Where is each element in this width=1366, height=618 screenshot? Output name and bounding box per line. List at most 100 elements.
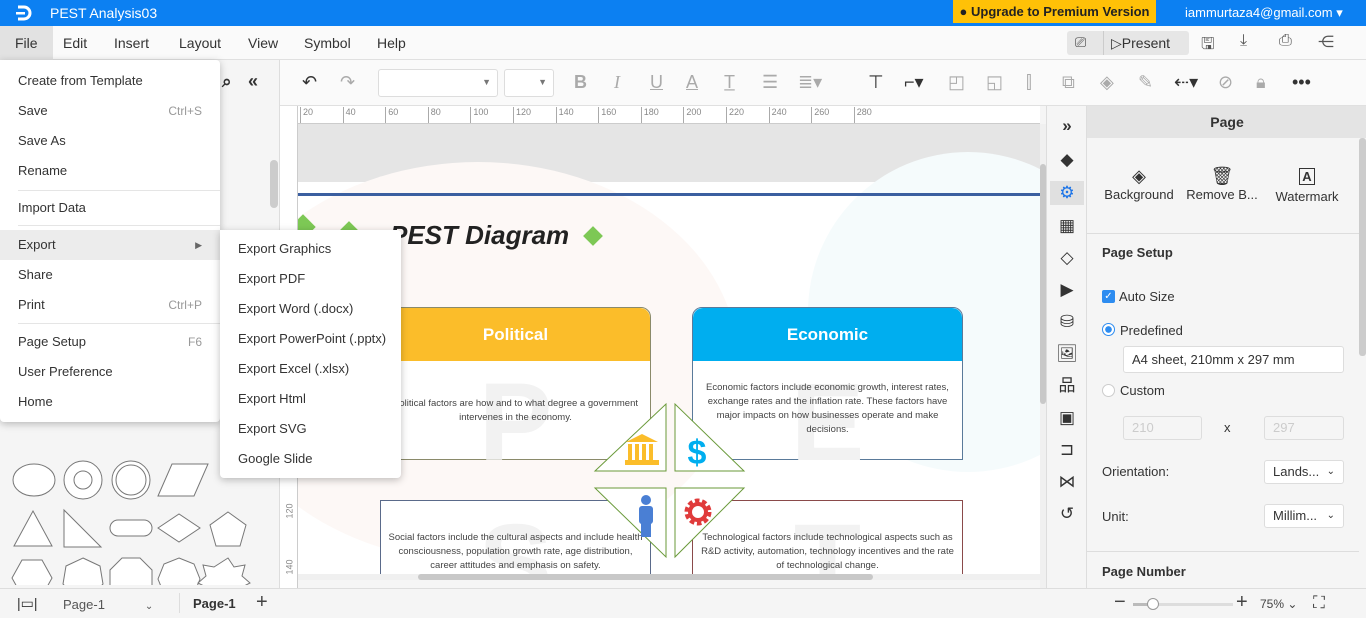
predefined-size-field[interactable]: A4 sheet, 210mm x 297 mm	[1123, 346, 1344, 373]
fill-style-icon[interactable]: ◆	[1055, 148, 1079, 172]
page-select[interactable]: Page-1 ⌄	[63, 597, 153, 612]
file-menu-item[interactable]: Print Ctrl+P	[0, 290, 220, 320]
file-menu-item[interactable]: Export ▶	[0, 230, 220, 260]
menu-insert[interactable]: Insert	[100, 26, 163, 60]
heptagon-shape[interactable]	[62, 557, 104, 585]
export-menu-item[interactable]: Export Excel (.xlsx)	[220, 354, 401, 384]
zoom-level[interactable]: 75% ⌄	[1260, 597, 1297, 611]
font-color-icon[interactable]: A	[686, 72, 698, 93]
italic-icon[interactable]: I	[614, 72, 620, 93]
drawing-canvas[interactable]: PEST Diagram Political P Political facto…	[298, 124, 1040, 580]
file-menu-item[interactable]: Save As	[0, 126, 220, 156]
menu-view[interactable]: View	[234, 26, 292, 60]
file-menu-item[interactable]: Create from Template	[0, 66, 220, 96]
fill-icon[interactable]: ◈	[1100, 72, 1114, 93]
account-menu[interactable]: iammurtaza4@gmail.com ▾	[1185, 5, 1343, 21]
triangle-shape[interactable]	[13, 509, 53, 547]
parallelogram-shape[interactable]	[157, 463, 209, 497]
right-triangle-shape[interactable]	[63, 508, 103, 548]
file-menu-item[interactable]: User Preference	[0, 357, 220, 387]
predefined-radio[interactable]	[1102, 323, 1115, 336]
zoom-out-icon[interactable]: −	[1114, 591, 1126, 614]
unit-select[interactable]: Millim... ⌄	[1264, 504, 1344, 528]
pest-center-graphic[interactable]: $	[593, 402, 749, 562]
file-menu-item[interactable]: Save Ctrl+S	[0, 96, 220, 126]
page-view-icon[interactable]: |▭|	[17, 595, 38, 612]
underline-icon[interactable]: U	[650, 72, 663, 93]
diamond-shape[interactable]	[157, 513, 201, 543]
fullscreen-icon[interactable]: ⛶	[1313, 593, 1325, 613]
align-icon[interactable]: ☰	[762, 72, 778, 93]
grid-icon[interactable]: ▦	[1055, 214, 1079, 238]
menu-symbol[interactable]: Symbol	[290, 26, 365, 60]
download-icon[interactable]: ⤓	[1240, 32, 1247, 50]
slideshow-icon[interactable]: ⎚	[1075, 34, 1086, 51]
export-menu-item[interactable]: Export PDF	[220, 264, 401, 294]
remove-background-button[interactable]: 🗑︎ Remove B...	[1183, 166, 1261, 202]
file-menu-item[interactable]: Import Data	[0, 193, 220, 223]
more-icon[interactable]: •••	[1292, 72, 1311, 93]
redo-icon[interactable]: ↷	[340, 72, 355, 93]
file-menu-item[interactable]: Rename	[0, 156, 220, 186]
search-icon[interactable]: ⌕	[222, 72, 232, 92]
export-menu-item[interactable]: Export Word (.docx)	[220, 294, 401, 324]
zoom-in-icon[interactable]: +	[1236, 591, 1248, 614]
background-button[interactable]: ◈ Background	[1101, 166, 1177, 202]
bold-icon[interactable]: B	[574, 72, 587, 93]
connector-style-icon[interactable]: ⊐	[1055, 438, 1079, 462]
font-family-select[interactable]: ▼	[378, 69, 498, 97]
mindmap-icon[interactable]: ⋈	[1055, 470, 1079, 494]
lock-icon[interactable]: 🔒︎	[1256, 72, 1266, 93]
panel-scrollbar[interactable]	[1359, 138, 1366, 356]
save-icon[interactable]: 🖫	[1201, 33, 1215, 60]
rounded-rect-shape[interactable]	[109, 519, 153, 537]
print-icon[interactable]: ⎙	[1279, 32, 1292, 50]
upgrade-button[interactable]: ● Upgrade to Premium Version	[953, 0, 1156, 23]
auto-size-checkbox[interactable]: ✓	[1102, 290, 1115, 303]
bring-front-icon[interactable]: ◰	[948, 72, 965, 93]
zoom-slider-handle[interactable]	[1147, 598, 1159, 610]
custom-radio[interactable]	[1102, 384, 1115, 397]
export-menu-item[interactable]: Export Graphics	[220, 234, 401, 264]
presentation-icon[interactable]: ▶	[1055, 278, 1079, 302]
line-spacing-icon[interactable]: ≣▾	[798, 72, 822, 93]
brush-icon[interactable]: ✎	[1138, 72, 1153, 93]
zoom-slider[interactable]	[1133, 598, 1233, 610]
menu-file[interactable]: File	[0, 26, 53, 60]
line-style-icon[interactable]: ⇠▾	[1174, 72, 1198, 93]
export-menu-item[interactable]: Export Html	[220, 384, 401, 414]
org-chart-icon[interactable]: 品	[1055, 374, 1079, 398]
expand-panel-icon[interactable]: »	[1055, 114, 1079, 138]
pentagon-shape[interactable]	[209, 511, 247, 547]
align-objects-icon[interactable]: ⫿	[1026, 72, 1032, 93]
layout-icon[interactable]: ▣	[1055, 406, 1079, 430]
watermark-button[interactable]: A Watermark	[1269, 166, 1345, 204]
collapse-panel-icon[interactable]: «	[248, 71, 258, 92]
database-icon[interactable]: ⛁	[1055, 310, 1079, 334]
page-settings-icon[interactable]: ⚙	[1050, 181, 1084, 205]
export-menu-item[interactable]: Export SVG	[220, 414, 401, 444]
file-menu-item[interactable]: Home	[0, 387, 220, 417]
present-button[interactable]: ▷Present	[1111, 35, 1170, 52]
custom-width-field[interactable]: 210	[1123, 416, 1202, 440]
menu-layout[interactable]: Layout	[165, 26, 235, 60]
custom-height-field[interactable]: 297	[1264, 416, 1344, 440]
menu-edit[interactable]: Edit	[49, 26, 101, 60]
group-icon[interactable]: ⧉	[1062, 72, 1075, 93]
share-icon[interactable]: ⋲	[1318, 32, 1334, 52]
page-tab[interactable]: Page-1	[193, 596, 236, 611]
undo-icon[interactable]: ↶	[302, 72, 317, 93]
file-menu-item[interactable]: Page Setup F6	[0, 327, 220, 357]
export-menu-item[interactable]: Export PowerPoint (.pptx)	[220, 324, 401, 354]
menu-help[interactable]: Help	[363, 26, 420, 60]
star-shape[interactable]	[197, 557, 251, 585]
text-box-icon[interactable]: ⊤	[868, 72, 884, 93]
horizontal-scrollbar-thumb[interactable]	[418, 574, 873, 580]
send-back-icon[interactable]: ◱	[986, 72, 1003, 93]
connector-icon[interactable]: ⌐▾	[904, 72, 924, 93]
text-style-icon[interactable]: T̲	[724, 72, 735, 93]
panel-scrollbar[interactable]	[270, 160, 278, 208]
add-page-icon[interactable]: +	[256, 591, 268, 614]
file-menu-item[interactable]: Share	[0, 260, 220, 290]
octagon-shape[interactable]	[109, 557, 153, 585]
